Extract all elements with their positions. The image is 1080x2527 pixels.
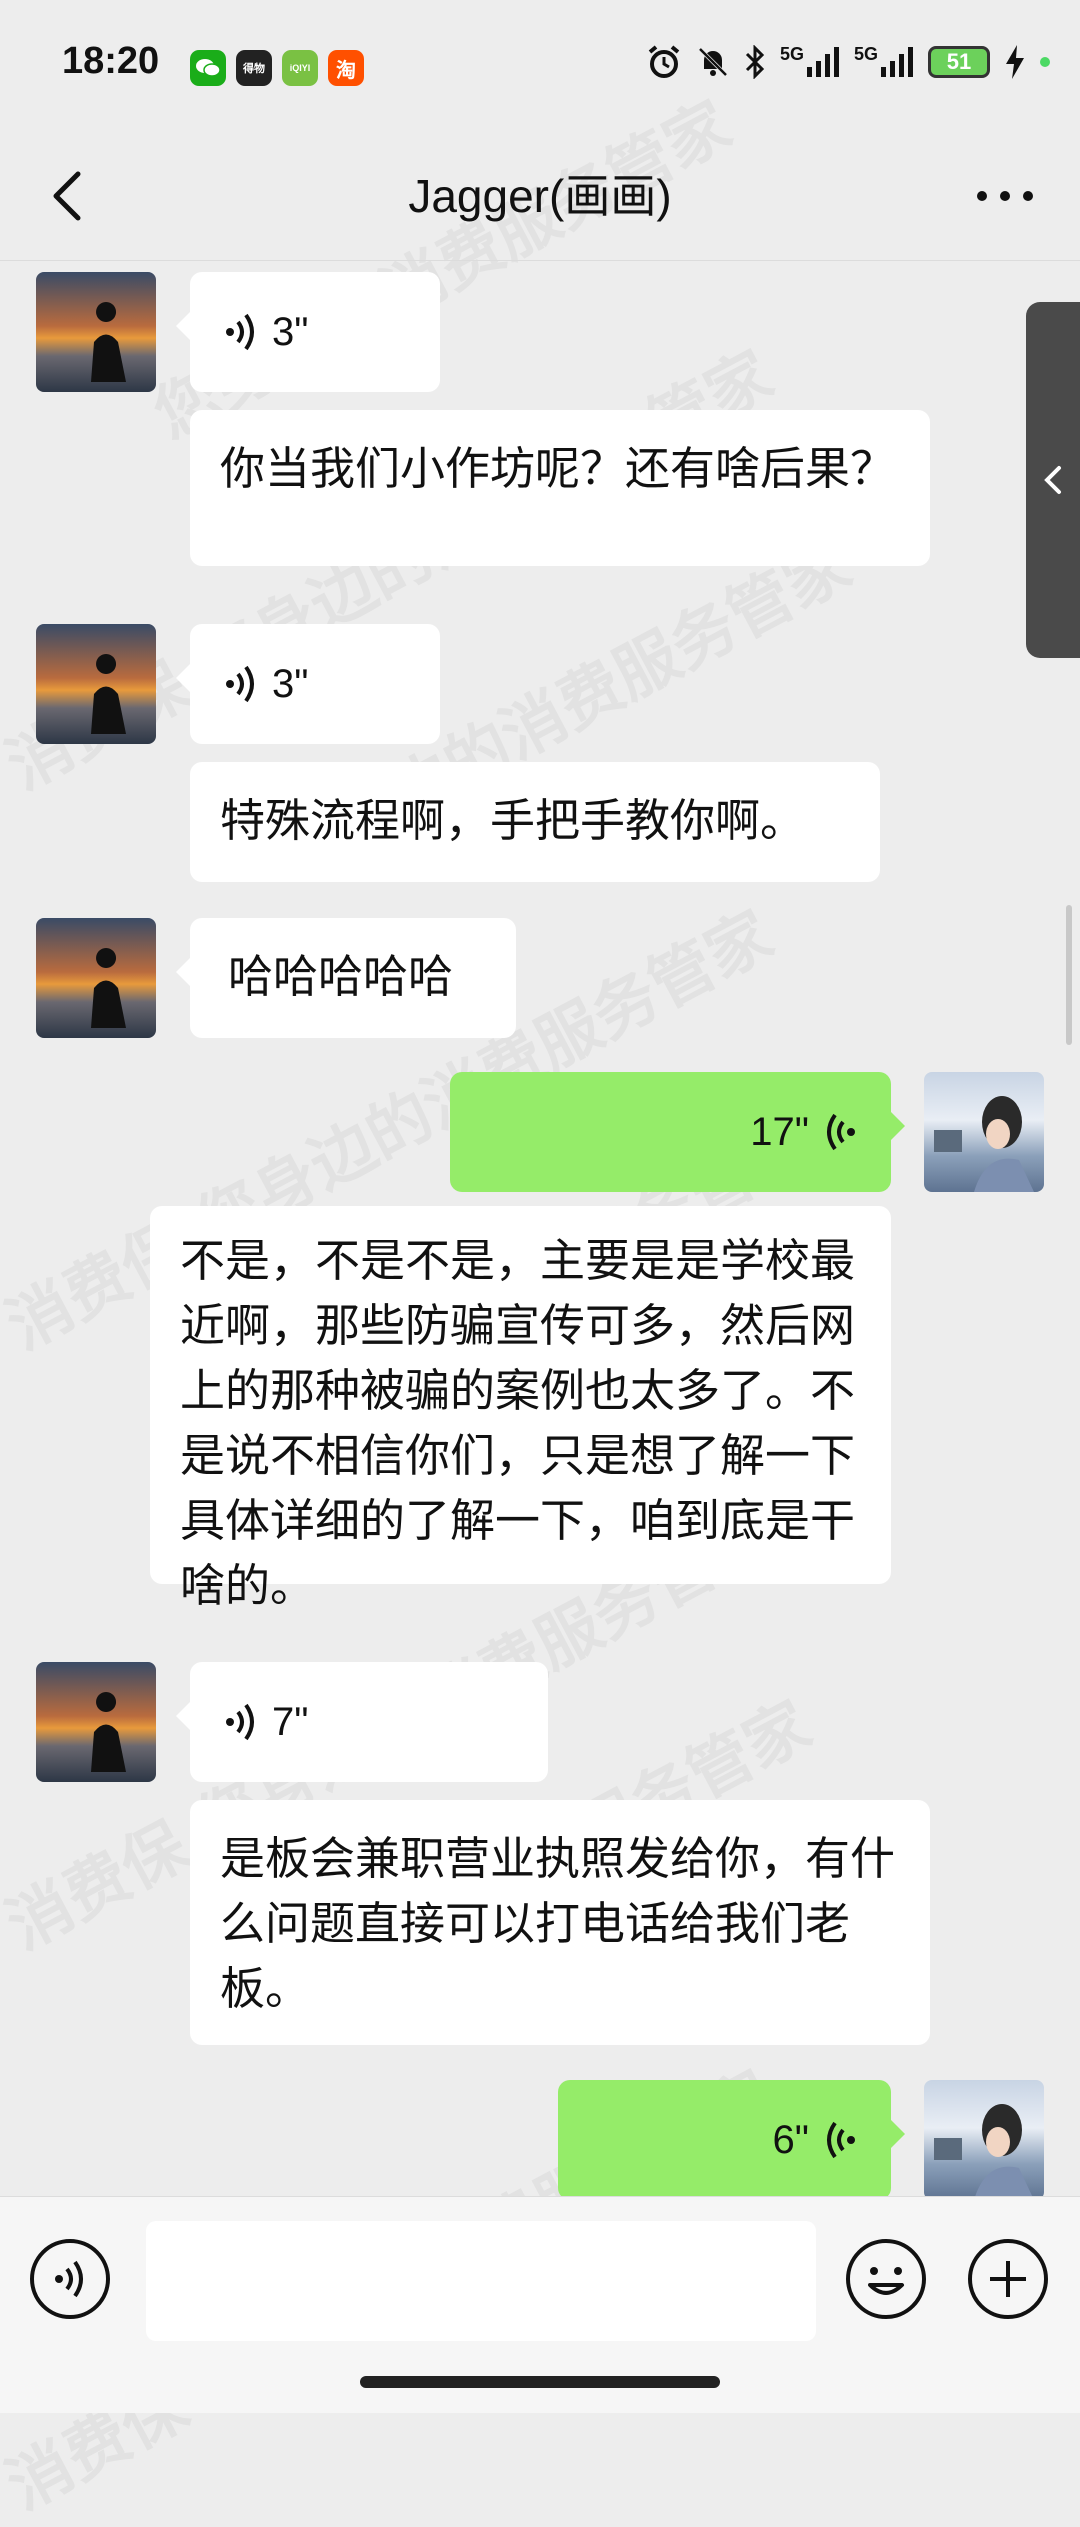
avatar-self[interactable]: [924, 1072, 1044, 1192]
network-5g-label: 5G: [779, 44, 804, 64]
voice-input-toggle[interactable]: [30, 2239, 110, 2319]
voice-wave-icon: [226, 313, 254, 351]
voice-message-sent[interactable]: 17": [450, 1072, 905, 1192]
voice-message[interactable]: 7": [176, 1662, 548, 1782]
text-message[interactable]: 哈哈哈哈哈: [176, 918, 516, 1038]
notification-icons: 得物 iQIYI 淘: [190, 50, 364, 86]
message-text: 你当我们小作坊呢？还有啥后果？: [220, 442, 896, 495]
status-bar: 18:20 得物 iQIYI 淘 5G 5G 51: [0, 0, 1080, 140]
status-time: 18:20: [62, 40, 160, 82]
message-text: 哈哈哈哈哈: [228, 950, 454, 1003]
voice-message[interactable]: 3": [176, 272, 440, 392]
voice-message[interactable]: 3": [176, 624, 440, 744]
voice-duration: 17": [750, 1109, 809, 1154]
voice-duration: 3": [272, 309, 309, 354]
avatar-self[interactable]: [924, 2080, 1044, 2197]
text-message[interactable]: 是板会兼职营业执照发给你，有什么问题直接可以打电话给我们老板。: [190, 1800, 930, 2045]
iqiyi-icon: iQIYI: [282, 50, 318, 86]
alarm-icon: [648, 45, 680, 78]
text-message[interactable]: 你当我们小作坊呢？还有啥后果？: [190, 410, 930, 566]
wechat-icon: [190, 50, 226, 86]
bluetooth-icon: [745, 45, 765, 79]
text-message[interactable]: 不是，不是不是，主要是是学校最近啊，那些防骗宣传可多，然后网上的那种被骗的案例也…: [150, 1206, 891, 1612]
more-dots-icon: [977, 191, 1033, 201]
charging-icon: [1006, 45, 1024, 79]
chat-header: Jagger(画画): [0, 140, 1080, 261]
voice-wave-icon: [827, 2121, 855, 2159]
voice-wave-icon: [55, 2260, 83, 2298]
network-5g-label: 5G: [853, 44, 878, 64]
more-options-button[interactable]: [970, 166, 1040, 226]
avatar[interactable]: [36, 624, 156, 744]
scrollbar[interactable]: [1066, 905, 1072, 1045]
avatar[interactable]: [36, 272, 156, 392]
voice-wave-icon: [226, 1703, 254, 1741]
voice-message-sent[interactable]: 6": [558, 2080, 905, 2197]
avatar[interactable]: [36, 1662, 156, 1782]
voice-duration: 3": [272, 661, 309, 706]
taobao-icon: 淘: [328, 50, 364, 86]
dewu-icon: 得物: [236, 50, 272, 86]
voice-duration: 6": [772, 2117, 809, 2162]
message-text: 是板会兼职营业执照发给你，有什么问题直接可以打电话给我们老板。: [220, 1832, 896, 2015]
plus-icon: [990, 2261, 1026, 2297]
voice-duration: 7": [272, 1699, 309, 1744]
message-text: 特殊流程啊，手把手教你啊。: [220, 794, 806, 847]
more-actions-button[interactable]: [968, 2239, 1048, 2319]
home-indicator[interactable]: [360, 2376, 720, 2388]
privacy-dot: [1040, 57, 1050, 67]
voice-wave-icon: [226, 665, 254, 703]
chat-title: Jagger(画画): [408, 170, 672, 222]
chevron-left-icon: [1044, 466, 1061, 494]
avatar[interactable]: [36, 918, 156, 1038]
signal-icon: [881, 47, 913, 77]
battery-indicator: 51: [928, 46, 990, 78]
status-indicators: 5G 5G 51: [646, 44, 1050, 80]
text-message[interactable]: 特殊流程啊，手把手教你啊。: [190, 762, 880, 882]
voice-wave-icon: [827, 1113, 855, 1151]
message-input[interactable]: [146, 2221, 816, 2341]
message-text: 不是，不是不是，主要是是学校最近啊，那些防骗宣传可多，然后网上的那种被骗的案例也…: [180, 1234, 856, 1612]
side-panel-handle[interactable]: [1026, 302, 1080, 658]
mute-bell-icon: [698, 47, 728, 77]
smiley-icon: [868, 2267, 904, 2295]
signal-icon: [806, 47, 839, 77]
emoji-button[interactable]: [846, 2239, 926, 2319]
chat-messages: 3" 你当我们小作坊呢？还有啥后果？ 3" 特殊流程啊，手把手教你啊。 哈哈哈哈…: [0, 262, 1080, 2197]
